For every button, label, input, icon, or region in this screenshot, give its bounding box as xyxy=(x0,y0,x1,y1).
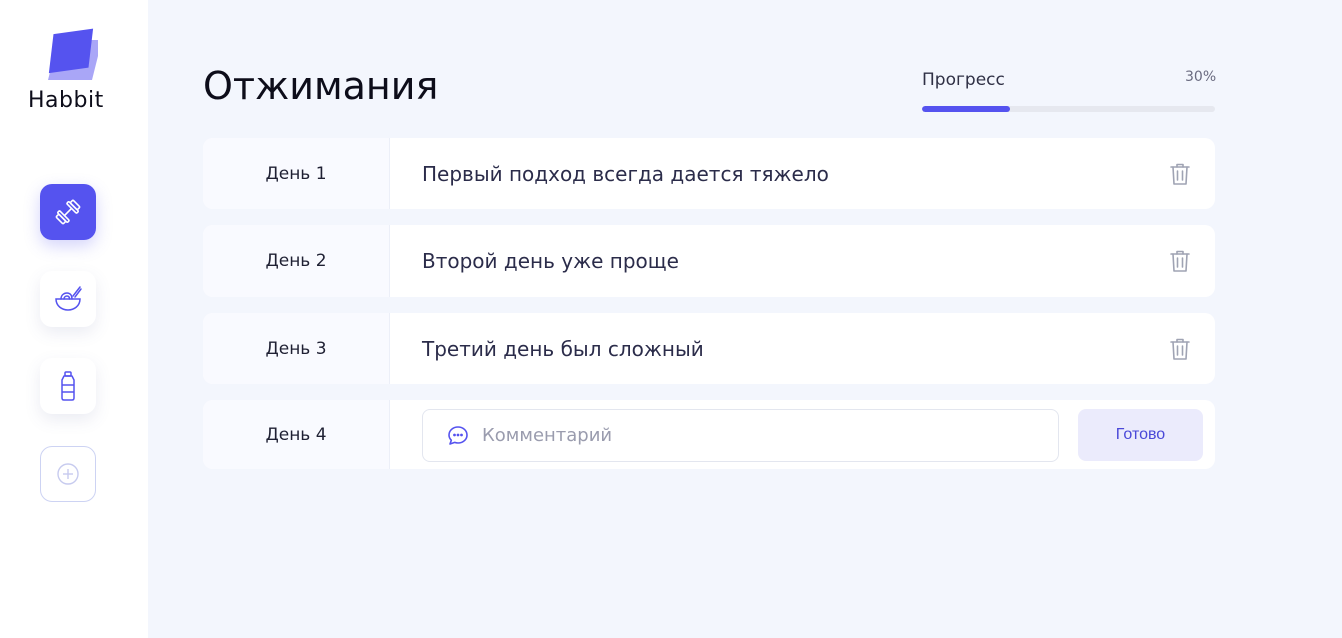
app-name: Habbit xyxy=(28,88,104,113)
water-bottle-icon xyxy=(61,371,75,401)
sidebar: Habbit xyxy=(0,0,148,638)
page-title: Отжимания xyxy=(203,64,439,108)
nav-food[interactable] xyxy=(40,271,96,327)
dumbbell-icon xyxy=(55,199,81,225)
nav-water[interactable] xyxy=(40,358,96,414)
entry-comment: Второй день уже проще xyxy=(422,249,679,273)
progress-bar xyxy=(922,106,1215,112)
logo[interactable]: Habbit xyxy=(28,26,118,116)
food-bowl-icon xyxy=(55,286,82,311)
progress-label: Прогресс xyxy=(922,70,1005,90)
progress-bar-fill xyxy=(922,106,1010,112)
entry-row: День 2 Второй день уже проще xyxy=(203,225,1215,297)
entry-comment: Третий день был сложный xyxy=(422,336,704,361)
day-label: День 3 xyxy=(203,313,390,384)
add-circle-icon xyxy=(57,463,79,485)
add-habit-button[interactable] xyxy=(40,446,96,502)
habbit-logo-icon xyxy=(48,28,98,80)
chat-bubble-icon xyxy=(448,425,468,445)
comment-input[interactable] xyxy=(480,424,1044,447)
trash-icon[interactable] xyxy=(1167,248,1193,274)
comment-input-wrapper xyxy=(422,409,1059,462)
progress-value: 30% xyxy=(1185,69,1217,85)
entry-comment: Первый подход всегда дается тяжело xyxy=(422,161,829,186)
nav-exercise[interactable] xyxy=(40,184,96,240)
done-button[interactable]: Готово xyxy=(1078,409,1203,461)
entry-row: День 3 Третий день был сложный xyxy=(203,313,1215,384)
entry-row: День 1 Первый подход всегда дается тяжел… xyxy=(203,138,1215,209)
new-entry-row: День 4 Готово xyxy=(203,400,1215,469)
day-label: День 2 xyxy=(203,225,390,297)
trash-icon[interactable] xyxy=(1167,336,1193,362)
day-label: День 1 xyxy=(203,138,390,209)
day-label: День 4 xyxy=(203,400,390,469)
trash-icon[interactable] xyxy=(1167,161,1193,187)
